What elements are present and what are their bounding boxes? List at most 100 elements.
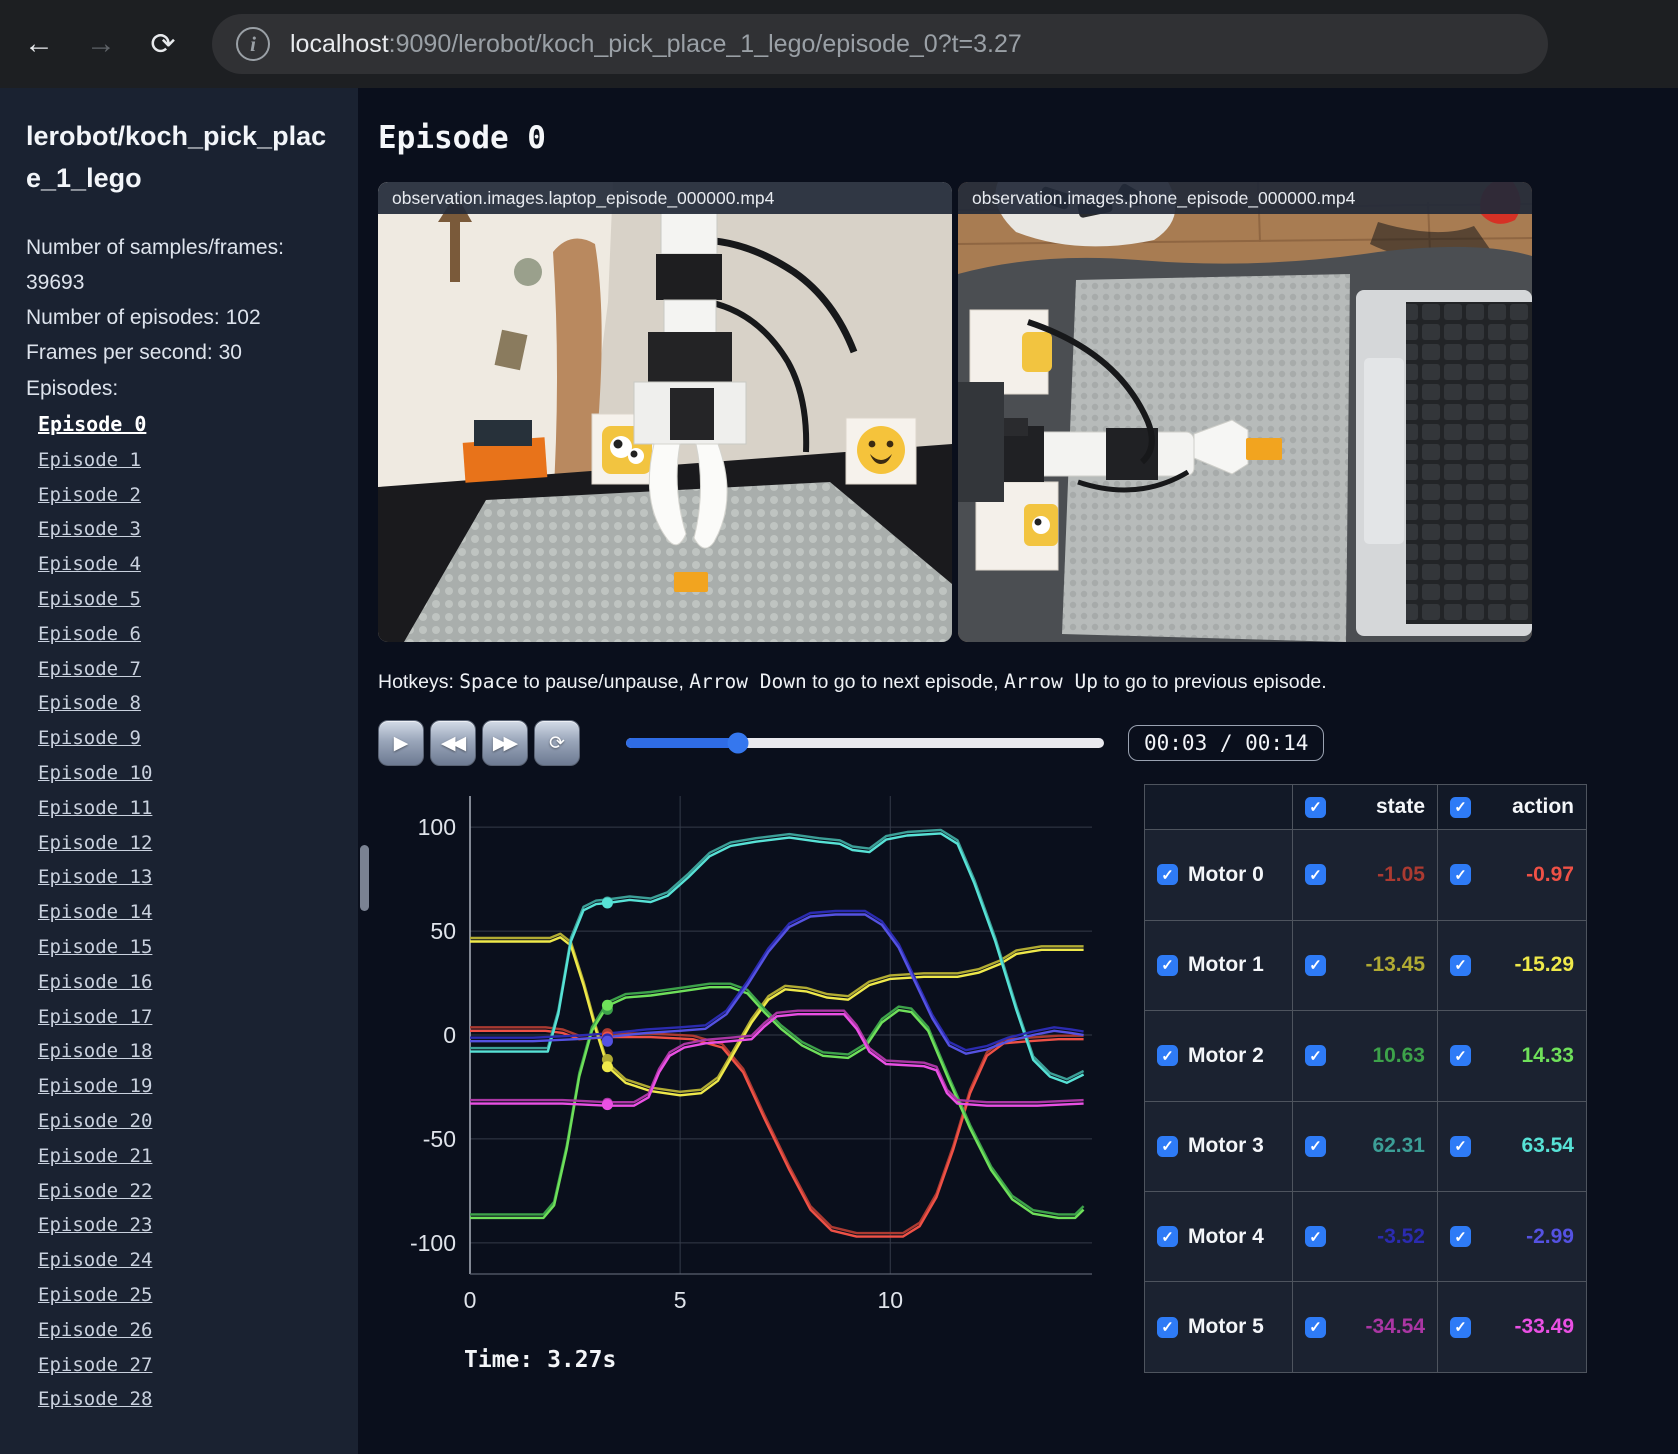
table-row-motor-2: ✓ Motor 2 ✓ 10.63 ✓ 14.33 [1144, 1010, 1587, 1102]
controller-board [958, 382, 1004, 502]
motor-5-state-checkbox[interactable]: ✓ [1305, 1316, 1326, 1338]
episode-list-item: Episode 11 [38, 792, 334, 827]
video-phone[interactable]: observation.images.phone_episode_000000.… [958, 182, 1532, 642]
motor-4-state-value: -3.52 [1377, 1224, 1425, 1248]
episode-link-14[interactable]: Episode 14 [38, 901, 152, 923]
episode-link-12[interactable]: Episode 12 [38, 832, 152, 854]
episode-link-6[interactable]: Episode 6 [38, 623, 141, 645]
fast-forward-button[interactable]: ▶▶ [482, 720, 528, 766]
hotkeys-mid1: to pause/unpause, [517, 671, 690, 693]
motor-3-checkbox[interactable]: ✓ [1157, 1135, 1178, 1157]
video-laptop-frame [378, 182, 952, 642]
forward-icon[interactable]: → [78, 21, 124, 67]
back-icon[interactable]: ← [16, 21, 62, 67]
episode-link-26[interactable]: Episode 26 [38, 1319, 152, 1341]
seek-slider[interactable] [626, 732, 1104, 754]
episode-link-25[interactable]: Episode 25 [38, 1284, 152, 1306]
episode-list-item: Episode 22 [38, 1175, 334, 1210]
address-bar[interactable]: i localhost:9090/lerobot/koch_pick_place… [212, 14, 1548, 74]
episode-link-19[interactable]: Episode 19 [38, 1075, 152, 1097]
episode-link-17[interactable]: Episode 17 [38, 1006, 152, 1028]
motor-1-label: Motor 1 [1188, 953, 1264, 977]
motor-0-checkbox[interactable]: ✓ [1157, 864, 1178, 886]
episode-list-item: Episode 21 [38, 1140, 334, 1175]
episode-link-9[interactable]: Episode 9 [38, 727, 141, 749]
episode-link-11[interactable]: Episode 11 [38, 797, 152, 819]
site-info-icon[interactable]: i [236, 27, 270, 61]
y-tick-label: -100 [410, 1230, 456, 1256]
motor-1-state-value: -13.45 [1365, 953, 1425, 977]
episode-link-21[interactable]: Episode 21 [38, 1145, 152, 1167]
episode-link-28[interactable]: Episode 28 [38, 1388, 152, 1410]
reload-icon[interactable]: ⟳ [140, 21, 186, 67]
episode-list-item: Episode 1 [38, 444, 334, 479]
current-dot-action-motor-3 [601, 897, 613, 909]
episode-link-5[interactable]: Episode 5 [38, 588, 141, 610]
motor-5-checkbox[interactable]: ✓ [1157, 1316, 1178, 1338]
motor-2-action-checkbox[interactable]: ✓ [1450, 1045, 1471, 1067]
seek-fill [626, 738, 738, 748]
motor-3-state-checkbox[interactable]: ✓ [1305, 1135, 1326, 1157]
episode-link-15[interactable]: Episode 15 [38, 936, 152, 958]
play-button[interactable]: ▶ [378, 720, 424, 766]
main-panel: Episode 0 observation.images.laptop_epis… [358, 88, 1678, 1454]
episode-list-item: Episode 0 [38, 408, 334, 444]
episodes-label: Episodes: [26, 376, 119, 400]
laptop-trackpad [1364, 358, 1404, 544]
motor-1-state-checkbox[interactable]: ✓ [1305, 954, 1326, 976]
motor-0-state-checkbox[interactable]: ✓ [1305, 864, 1326, 886]
motor-4-action-checkbox[interactable]: ✓ [1450, 1226, 1471, 1248]
video-laptop[interactable]: observation.images.laptop_episode_000000… [378, 182, 952, 642]
seek-thumb[interactable] [727, 732, 749, 754]
state-column-checkbox[interactable]: ✓ [1305, 796, 1326, 818]
episode-link-8[interactable]: Episode 8 [38, 692, 141, 714]
action-line-motor-5 [470, 1012, 1084, 1107]
chart-series-motor-0 [470, 1026, 1084, 1238]
table-header-row: ✓ state ✓ action [1144, 783, 1587, 831]
episode-link-0[interactable]: Episode 0 [38, 412, 146, 436]
motor-1-action-checkbox[interactable]: ✓ [1450, 954, 1471, 976]
x-tick-label: 10 [877, 1287, 903, 1313]
episode-link-27[interactable]: Episode 27 [38, 1354, 152, 1376]
episode-list-item: Episode 3 [38, 513, 334, 548]
hotkey-arrow-down: Arrow Down [689, 670, 807, 693]
motor-2-state-checkbox[interactable]: ✓ [1305, 1045, 1326, 1067]
episode-link-20[interactable]: Episode 20 [38, 1110, 152, 1132]
scrollbar-thumb[interactable] [360, 845, 369, 911]
motor-3-label: Motor 3 [1188, 1134, 1264, 1158]
rewind-button[interactable]: ◀◀ [430, 720, 476, 766]
current-dot-action-motor-2 [601, 999, 613, 1011]
chart-container: 100 50 0 -50 -100 0 5 10 Time: 3.27s [378, 782, 1122, 1373]
action-column-checkbox[interactable]: ✓ [1450, 796, 1471, 818]
shirt-print [514, 258, 542, 286]
episode-link-7[interactable]: Episode 7 [38, 658, 141, 680]
episode-list-item: Episode 20 [38, 1105, 334, 1140]
episode-link-16[interactable]: Episode 16 [38, 971, 152, 993]
episode-link-13[interactable]: Episode 13 [38, 866, 152, 888]
episode-link-18[interactable]: Episode 18 [38, 1040, 152, 1062]
y-tick-label: 100 [418, 814, 456, 840]
episode-link-1[interactable]: Episode 1 [38, 449, 141, 471]
episode-link-2[interactable]: Episode 2 [38, 484, 141, 506]
motor-0-action-checkbox[interactable]: ✓ [1450, 864, 1471, 886]
url-host: localhost [290, 29, 389, 58]
motor-4-checkbox[interactable]: ✓ [1157, 1226, 1178, 1248]
motor-1-checkbox[interactable]: ✓ [1157, 954, 1178, 976]
videos-row: observation.images.laptop_episode_000000… [378, 182, 1658, 642]
episode-link-3[interactable]: Episode 3 [38, 518, 141, 540]
url-text[interactable]: localhost:9090/lerobot/koch_pick_place_1… [290, 30, 1022, 59]
episode-link-23[interactable]: Episode 23 [38, 1214, 152, 1236]
loop-button[interactable]: ⟳ [534, 720, 580, 766]
motor-3-state-value: 62.31 [1372, 1134, 1425, 1158]
motor-4-state-checkbox[interactable]: ✓ [1305, 1226, 1326, 1248]
episode-link-24[interactable]: Episode 24 [38, 1249, 152, 1271]
motor-2-checkbox[interactable]: ✓ [1157, 1045, 1178, 1067]
episode-link-4[interactable]: Episode 4 [38, 553, 141, 575]
episode-link-10[interactable]: Episode 10 [38, 762, 152, 784]
motor-3-action-checkbox[interactable]: ✓ [1450, 1135, 1471, 1157]
motor-5-action-checkbox[interactable]: ✓ [1450, 1316, 1471, 1338]
rewind-icon: ◀◀ [440, 732, 466, 754]
hotkeys-mid3: to go to previous episode. [1097, 671, 1327, 693]
motor-chart: 100 50 0 -50 -100 0 5 10 [410, 796, 1092, 1313]
episode-link-22[interactable]: Episode 22 [38, 1180, 152, 1202]
